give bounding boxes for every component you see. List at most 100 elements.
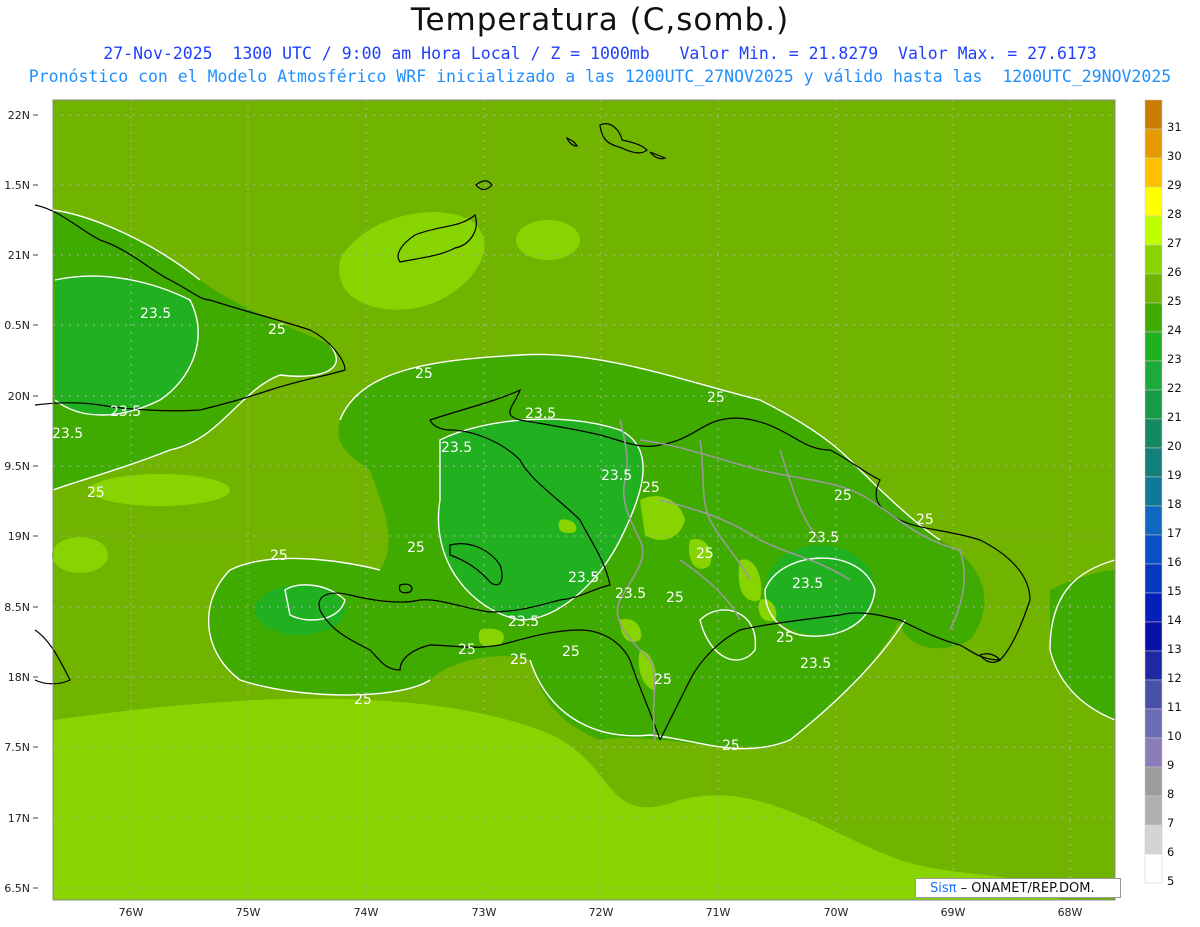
contour-label: 25 xyxy=(458,642,476,658)
contour-label: 25 xyxy=(87,485,105,501)
colorbar-label: 20 xyxy=(1167,439,1182,453)
colorbar-label: 22 xyxy=(1167,381,1182,395)
contour-label: 25 xyxy=(510,652,528,668)
contour-label: 25 xyxy=(354,692,372,708)
colorbar-label: 25 xyxy=(1167,294,1182,308)
colorbar-swatch xyxy=(1144,708,1163,739)
contour-label: 23.5 xyxy=(441,440,472,456)
lat-label: 19N xyxy=(8,530,30,543)
colorbar-swatch xyxy=(1144,621,1163,652)
credit-brand: Sisπ xyxy=(930,881,957,896)
colorbar-label: 19 xyxy=(1167,468,1182,482)
contour-label: 25 xyxy=(407,540,425,556)
contour-label: 25 xyxy=(654,672,672,688)
lon-label: 72W xyxy=(589,906,614,919)
contour-label: 25 xyxy=(696,546,714,562)
lon-label: 69W xyxy=(941,906,966,919)
lon-label: 68W xyxy=(1058,906,1083,919)
shade-23-west xyxy=(255,585,345,635)
lat-label: 9.5N xyxy=(4,460,30,473)
colorbar-label: 29 xyxy=(1167,178,1182,192)
lat-label: 21N xyxy=(8,249,30,262)
colorbar-label: 23 xyxy=(1167,352,1182,366)
contour-label: 23.5 xyxy=(792,576,823,592)
colorbar-label: 17 xyxy=(1167,526,1182,540)
contour-label: 23.5 xyxy=(508,614,539,630)
colorbar-swatch xyxy=(1144,99,1163,130)
contour-label: 23.5 xyxy=(615,586,646,602)
latitude-labels: 22N 1.5N 21N 0.5N 20N 9.5N 19N 8.5N 18N … xyxy=(4,109,30,895)
lon-label: 70W xyxy=(824,906,849,919)
colorbar-label: 12 xyxy=(1167,671,1182,685)
contour-label: 25 xyxy=(562,644,580,660)
lon-label: 71W xyxy=(706,906,731,919)
colorbar-swatch xyxy=(1144,360,1163,391)
contour-label: 25 xyxy=(642,480,660,496)
lon-label: 75W xyxy=(236,906,261,919)
temperature-map: 23.5 25 23.5 23.5 25 25 23.5 25 23.5 23.… xyxy=(4,99,1182,919)
colorbar-swatch xyxy=(1144,824,1163,855)
contour-label: 25 xyxy=(776,630,794,646)
contour-label: 23.5 xyxy=(52,426,83,442)
lat-label: 7.5N xyxy=(4,741,30,754)
colorbar-label: 13 xyxy=(1167,642,1182,656)
colorbar-label: 18 xyxy=(1167,497,1182,511)
lon-label: 74W xyxy=(354,906,379,919)
colorbar-label: 21 xyxy=(1167,410,1182,424)
contour-label: 25 xyxy=(666,590,684,606)
colorbar-label: 7 xyxy=(1167,816,1174,830)
colorbar-swatch xyxy=(1144,534,1163,565)
contour-label: 25 xyxy=(834,488,852,504)
colorbar-swatch xyxy=(1144,853,1163,884)
colorbar-swatch xyxy=(1144,186,1163,217)
colorbar-swatch xyxy=(1144,273,1163,304)
credit-text: – ONAMET/REP.DOM. xyxy=(956,881,1095,896)
colorbar-swatch xyxy=(1144,795,1163,826)
colorbar-swatch xyxy=(1144,389,1163,420)
colorbar-label: 28 xyxy=(1167,207,1182,221)
colorbar-swatch xyxy=(1144,244,1163,275)
lat-label: 8.5N xyxy=(4,601,30,614)
colorbar-label: 5 xyxy=(1167,874,1174,888)
colorbar-label: 6 xyxy=(1167,845,1174,859)
colorbar-swatch xyxy=(1144,505,1163,536)
shade-26-ne xyxy=(516,220,580,260)
colorbar-swatch xyxy=(1144,766,1163,797)
colorbar-label: 14 xyxy=(1167,613,1182,627)
lat-label: 1.5N xyxy=(4,179,30,192)
longitude-labels: 76W 75W 74W 73W 72W 71W 70W 69W 68W xyxy=(119,906,1083,919)
credit-box: Sisπ – ONAMET/REP.DOM. xyxy=(915,878,1121,898)
contour-label: 25 xyxy=(268,322,286,338)
contour-label: 25 xyxy=(415,366,433,382)
shade-26-sw xyxy=(52,537,108,573)
contour-label: 23.5 xyxy=(140,306,171,322)
lat-label: 0.5N xyxy=(4,319,30,332)
colorbar-swatch xyxy=(1144,476,1163,507)
shade-26-west xyxy=(90,474,230,506)
colorbar-label: 15 xyxy=(1167,584,1182,598)
latitude-ticks xyxy=(33,114,38,889)
lat-label: 18N xyxy=(8,671,30,684)
contour-label: 25 xyxy=(707,390,725,406)
colorbar-label: 24 xyxy=(1167,323,1182,337)
contour-label: 23.5 xyxy=(601,468,632,484)
colorbar-swatch xyxy=(1144,737,1163,768)
lon-label: 73W xyxy=(472,906,497,919)
colorbar-label: 27 xyxy=(1167,236,1182,250)
lon-label: 76W xyxy=(119,906,144,919)
colorbar-swatch xyxy=(1144,157,1163,188)
contour-label: 25 xyxy=(270,548,288,564)
colorbar-swatch xyxy=(1144,563,1163,594)
lat-label: 22N xyxy=(8,109,30,122)
colorbar-swatch xyxy=(1144,215,1163,246)
colorbar-label: 11 xyxy=(1167,700,1182,714)
contour-label: 25 xyxy=(722,738,740,754)
colorbar-swatch xyxy=(1144,447,1163,478)
colorbar-label: 30 xyxy=(1167,149,1182,163)
colorbar: 31 30 29 28 27 26 25 24 23 22 21 20 19 18 17 16 15 14 13 12… xyxy=(1144,99,1182,888)
contour-label: 25 xyxy=(916,512,934,528)
colorbar-label: 16 xyxy=(1167,555,1182,569)
colorbar-label: 10 xyxy=(1167,729,1182,743)
colorbar-swatch xyxy=(1144,650,1163,681)
colorbar-label: 9 xyxy=(1167,758,1174,772)
